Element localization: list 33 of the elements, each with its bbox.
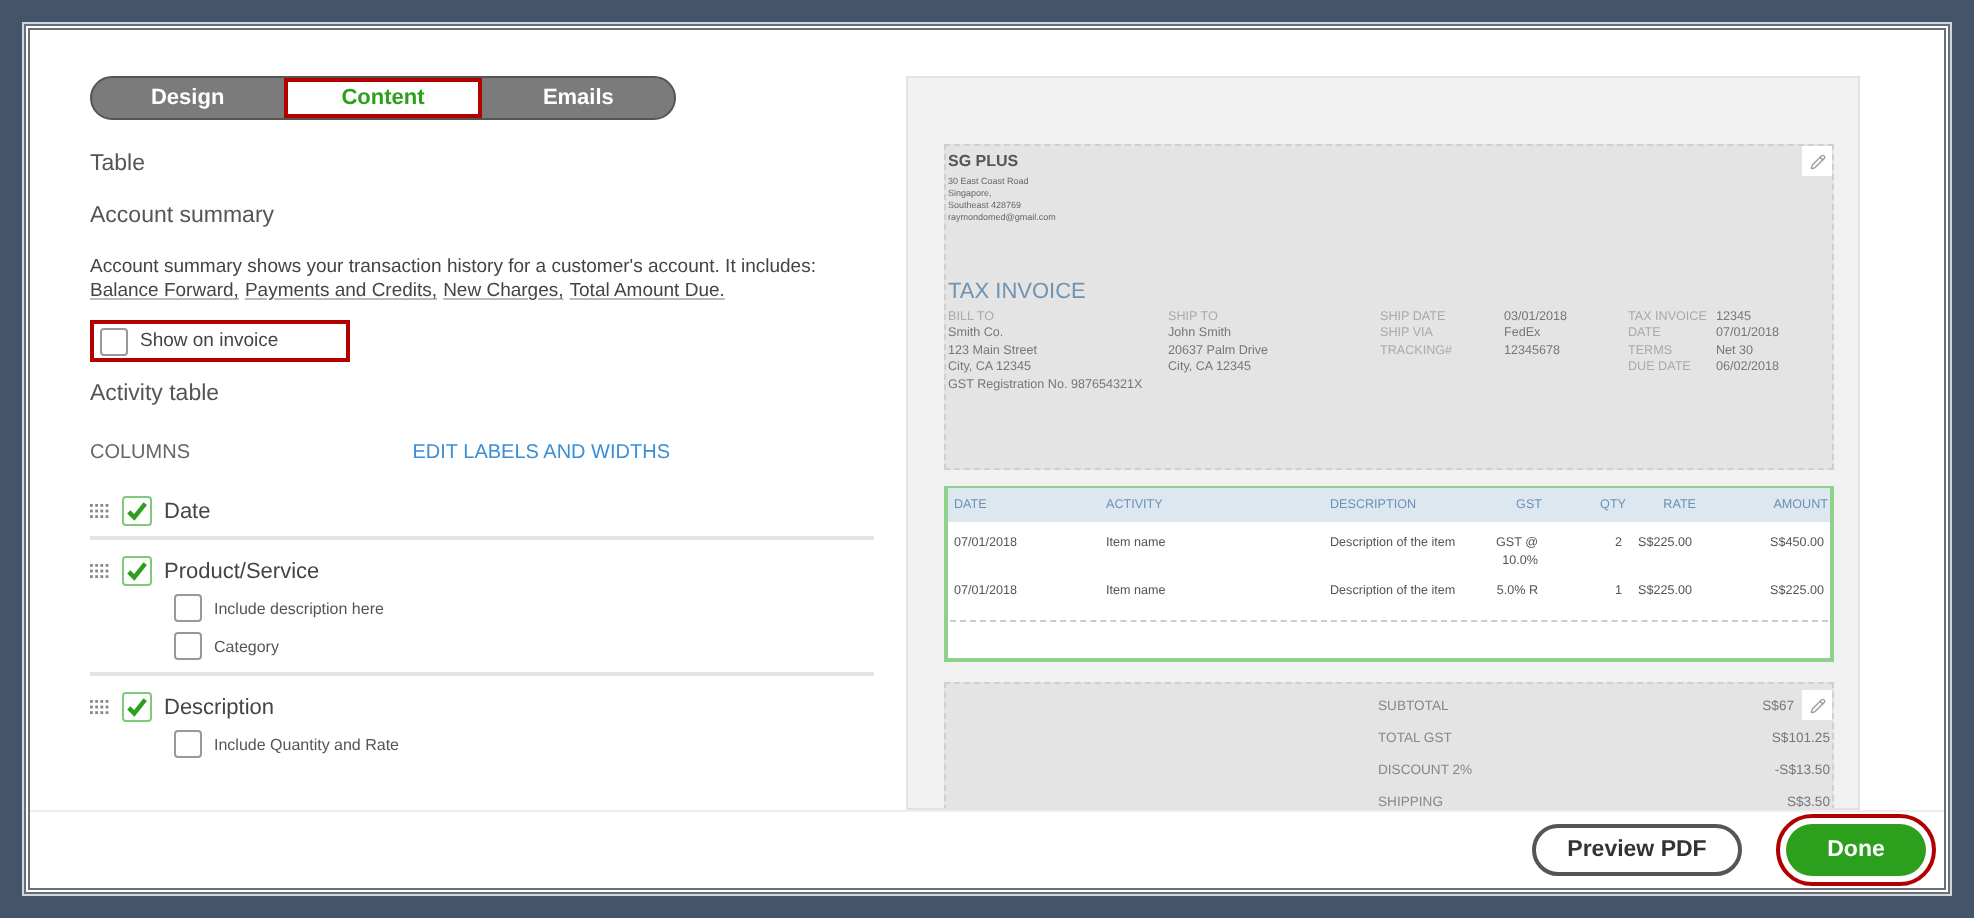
drag-handle-icon[interactable] xyxy=(90,699,110,715)
checkbox[interactable] xyxy=(122,556,152,586)
checkbox[interactable] xyxy=(174,632,202,660)
column-label: Date xyxy=(164,499,211,523)
tab[interactable]: Design xyxy=(92,78,284,118)
drag-handle-icon[interactable] xyxy=(90,563,110,579)
link[interactable]: Payments and Credits, xyxy=(244,280,438,302)
checkbox[interactable] xyxy=(174,730,202,758)
show-on-invoice-checkbox[interactable]: Show on invoice xyxy=(90,320,350,362)
description: Account summary shows your transaction history for a customer's account. It includes: Balance Forward, Payments and Credits, New Charges, Total Amount Due. xyxy=(90,256,818,304)
edit-icon[interactable] xyxy=(1802,146,1832,176)
columns-label: COLUMNS xyxy=(90,442,191,464)
checkbox[interactable] xyxy=(122,692,152,722)
column-label: Description xyxy=(164,695,275,719)
option-label: Include Quantity and Rate xyxy=(214,734,400,758)
checkbox[interactable] xyxy=(122,496,152,526)
option-label: Category xyxy=(214,636,279,660)
subsection-title: Account summary xyxy=(90,204,277,228)
action-button[interactable]: Preview PDF xyxy=(1532,824,1742,876)
link[interactable]: Total Amount Due. xyxy=(569,280,725,302)
option-label: Include description here xyxy=(214,598,384,622)
checkbox[interactable] xyxy=(174,594,202,622)
column-label: Product/Service xyxy=(164,559,320,583)
tab[interactable]: Emails xyxy=(482,78,675,118)
invoice-title: TAX INVOICE xyxy=(948,280,1086,304)
link[interactable]: New Charges, xyxy=(443,280,564,302)
checkbox[interactable] xyxy=(100,327,128,355)
subsection-title: Activity table xyxy=(90,382,222,406)
drag-handle-icon[interactable] xyxy=(90,503,110,519)
link[interactable]: Balance Forward, xyxy=(90,280,239,302)
edit-icon[interactable] xyxy=(1802,690,1832,720)
section-title: Table xyxy=(90,152,147,176)
company-name: SG PLUS xyxy=(948,152,1019,170)
